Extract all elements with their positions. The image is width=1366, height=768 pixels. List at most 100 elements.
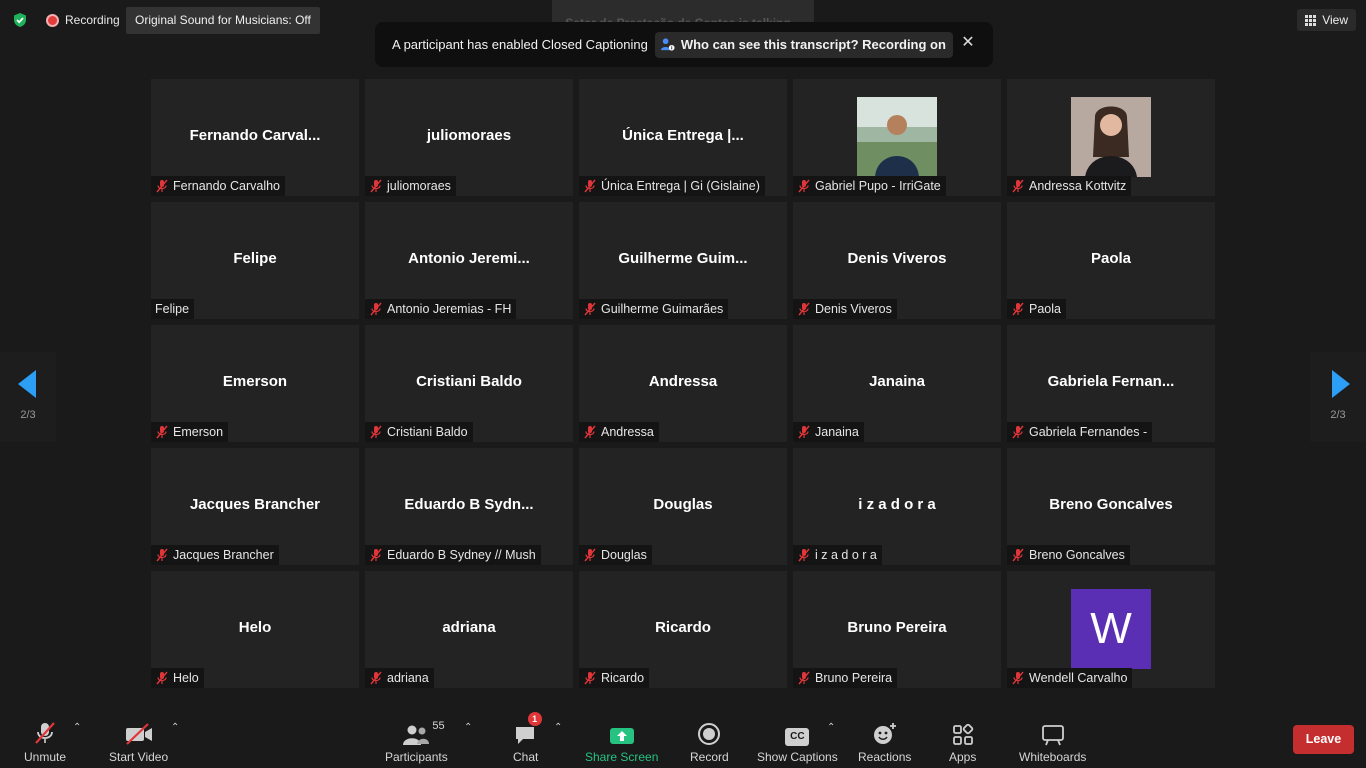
participant-name-label: i z a d o r a bbox=[793, 545, 882, 565]
participant-tile[interactable]: Felipe Felipe bbox=[151, 202, 359, 319]
captions-caret-icon[interactable]: ⌃ bbox=[827, 722, 835, 733]
person-info-icon bbox=[660, 38, 675, 51]
participant-name: i z a d o r a bbox=[815, 548, 877, 562]
participant-display-name: Ricardo bbox=[655, 619, 711, 636]
participant-tile[interactable]: Andressa Kottvitz bbox=[1007, 79, 1215, 196]
participant-tile[interactable]: Breno Goncalves Breno Goncalves bbox=[1007, 448, 1215, 565]
start-video-button[interactable]: Start Video bbox=[109, 718, 168, 764]
microphone-muted-icon bbox=[156, 548, 168, 562]
record-button[interactable]: Record bbox=[690, 718, 729, 764]
microphone-muted-icon bbox=[798, 425, 810, 439]
participant-name: Fernando Carvalho bbox=[173, 179, 281, 193]
apps-icon bbox=[952, 724, 973, 745]
security-shield-icon[interactable] bbox=[12, 12, 28, 28]
participant-tile[interactable]: Bruno Pereira Bruno Pereira bbox=[793, 571, 1001, 688]
microphone-muted-icon bbox=[798, 671, 810, 685]
participant-name: Janaina bbox=[815, 425, 859, 439]
participant-tile[interactable]: Janaina Janaina bbox=[793, 325, 1001, 442]
audio-options-caret-icon[interactable]: ⌃ bbox=[73, 722, 81, 733]
participant-gallery: Fernando Carval... Fernando Carvalho julio… bbox=[151, 79, 1215, 688]
next-page-button[interactable]: 2/3 bbox=[1310, 352, 1366, 442]
recording-indicator[interactable]: Recording bbox=[46, 13, 120, 27]
participant-tile[interactable]: Antonio Jeremi... Antonio Jeremias - FH bbox=[365, 202, 573, 319]
participant-tile[interactable]: Emerson Emerson bbox=[151, 325, 359, 442]
transcript-visibility-button[interactable]: Who can see this transcript? Recording o… bbox=[654, 31, 953, 58]
participant-name: Andressa bbox=[601, 425, 654, 439]
apps-button[interactable]: Apps bbox=[949, 718, 976, 764]
participant-name-label: Andressa Kottvitz bbox=[1007, 176, 1132, 196]
participant-name-label: Cristiani Baldo bbox=[365, 422, 473, 442]
participant-tile[interactable]: Fernando Carval... Fernando Carvalho bbox=[151, 79, 359, 196]
previous-page-button[interactable]: 2/3 bbox=[0, 352, 56, 442]
start-video-label: Start Video bbox=[109, 750, 169, 764]
participant-tile[interactable]: W Wendell Carvalho bbox=[1007, 571, 1215, 688]
participant-name-label: Bruno Pereira bbox=[793, 668, 898, 688]
participant-tile[interactable]: i z a d o r a i z a d o r a bbox=[793, 448, 1001, 565]
share-screen-button[interactable]: Share Screen bbox=[585, 718, 658, 764]
video-options-caret-icon[interactable]: ⌃ bbox=[171, 722, 179, 733]
participant-display-name: Emerson bbox=[222, 373, 288, 390]
participants-caret-icon[interactable]: ⌃ bbox=[464, 722, 472, 733]
participant-display-name: Gabriela Fernan... bbox=[1047, 373, 1175, 390]
participant-name: Única Entrega | Gi (Gislaine) bbox=[601, 179, 760, 193]
unmute-button[interactable]: Unmute bbox=[24, 718, 66, 764]
chat-caret-icon[interactable]: ⌃ bbox=[554, 722, 562, 733]
reactions-button[interactable]: Reactions bbox=[858, 718, 911, 764]
participant-tile[interactable]: Gabriel Pupo - IrriGate bbox=[793, 79, 1001, 196]
participant-display-name: juliomoraes bbox=[426, 127, 512, 144]
participant-tile[interactable]: Gabriela Fernan... Gabriela Fernandes - bbox=[1007, 325, 1215, 442]
participant-name-label: Breno Goncalves bbox=[1007, 545, 1130, 565]
leave-button[interactable]: Leave bbox=[1293, 725, 1354, 754]
participant-name: Felipe bbox=[155, 302, 190, 316]
recording-label: Recording bbox=[65, 13, 120, 27]
share-screen-icon bbox=[609, 728, 634, 744]
microphone-muted-icon bbox=[584, 302, 596, 316]
whiteboard-icon bbox=[1041, 725, 1064, 746]
chat-button[interactable]: 1 Chat bbox=[513, 712, 542, 764]
participant-display-name: adriana bbox=[442, 619, 496, 636]
participants-count: 55 bbox=[432, 720, 445, 732]
zoom-meeting-window: Recording Original Sound for Musicians: … bbox=[0, 0, 1366, 768]
original-sound-toggle[interactable]: Original Sound for Musicians: Off bbox=[126, 7, 320, 34]
participant-tile[interactable]: Ricardo Ricardo bbox=[579, 571, 787, 688]
whiteboards-button[interactable]: Whiteboards bbox=[1019, 718, 1086, 764]
participant-tile[interactable]: Paola Paola bbox=[1007, 202, 1215, 319]
transcript-visibility-label: Who can see this transcript? Recording o… bbox=[680, 37, 946, 52]
participant-name: Gabriela Fernandes - bbox=[1029, 425, 1148, 439]
show-captions-button[interactable]: CC Show Captions bbox=[757, 718, 838, 764]
participant-name-label: Jacques Brancher bbox=[151, 545, 279, 565]
microphone-muted-icon bbox=[370, 548, 382, 562]
participant-tile[interactable]: juliomoraes juliomoraes bbox=[365, 79, 573, 196]
arrow-left-icon bbox=[18, 370, 36, 398]
participant-name: Andressa Kottvitz bbox=[1029, 179, 1127, 193]
video-camera-off-icon bbox=[125, 723, 152, 745]
participant-tile[interactable]: Andressa Andressa bbox=[579, 325, 787, 442]
participant-tile[interactable]: Única Entrega |... Única Entrega | Gi (Gi… bbox=[579, 79, 787, 196]
participant-name: Denis Viveros bbox=[815, 302, 892, 316]
view-button[interactable]: View bbox=[1297, 9, 1356, 31]
participant-tile[interactable]: Guilherme Guim... Guilherme Guimarães bbox=[579, 202, 787, 319]
participant-tile[interactable]: Denis Viveros Denis Viveros bbox=[793, 202, 1001, 319]
participant-tile[interactable]: Eduardo B Sydn... Eduardo B Sydney // Mus… bbox=[365, 448, 573, 565]
microphone-muted-icon bbox=[1012, 425, 1024, 439]
whiteboards-label: Whiteboards bbox=[1019, 750, 1087, 764]
participant-name: Breno Goncalves bbox=[1029, 548, 1125, 562]
microphone-muted-icon bbox=[798, 179, 810, 193]
participants-button[interactable]: 55 Participants bbox=[385, 718, 448, 764]
meeting-toolbar: Unmute ⌃ Start Video ⌃ 55 Participants ⌃… bbox=[0, 712, 1366, 768]
participant-tile[interactable]: adriana adriana bbox=[365, 571, 573, 688]
participant-tile[interactable]: Douglas Douglas bbox=[579, 448, 787, 565]
participant-name: Antonio Jeremias - FH bbox=[387, 302, 512, 316]
microphone-muted-icon bbox=[156, 425, 168, 439]
participant-name-label: Guilherme Guimarães bbox=[579, 299, 729, 319]
participant-tile[interactable]: Helo Helo bbox=[151, 571, 359, 688]
microphone-muted-icon bbox=[584, 671, 596, 685]
participant-tile[interactable]: Jacques Brancher Jacques Brancher bbox=[151, 448, 359, 565]
participant-display-name: Breno Goncalves bbox=[1049, 496, 1173, 513]
participant-tile[interactable]: Cristiani Baldo Cristiani Baldo bbox=[365, 325, 573, 442]
close-icon[interactable]: ✕ bbox=[961, 35, 975, 51]
participant-display-name: Cristiani Baldo bbox=[416, 373, 522, 390]
participant-display-name: Única Entrega |... bbox=[622, 127, 744, 144]
participant-display-name: Guilherme Guim... bbox=[618, 250, 748, 267]
page-indicator-left: 2/3 bbox=[20, 409, 36, 421]
